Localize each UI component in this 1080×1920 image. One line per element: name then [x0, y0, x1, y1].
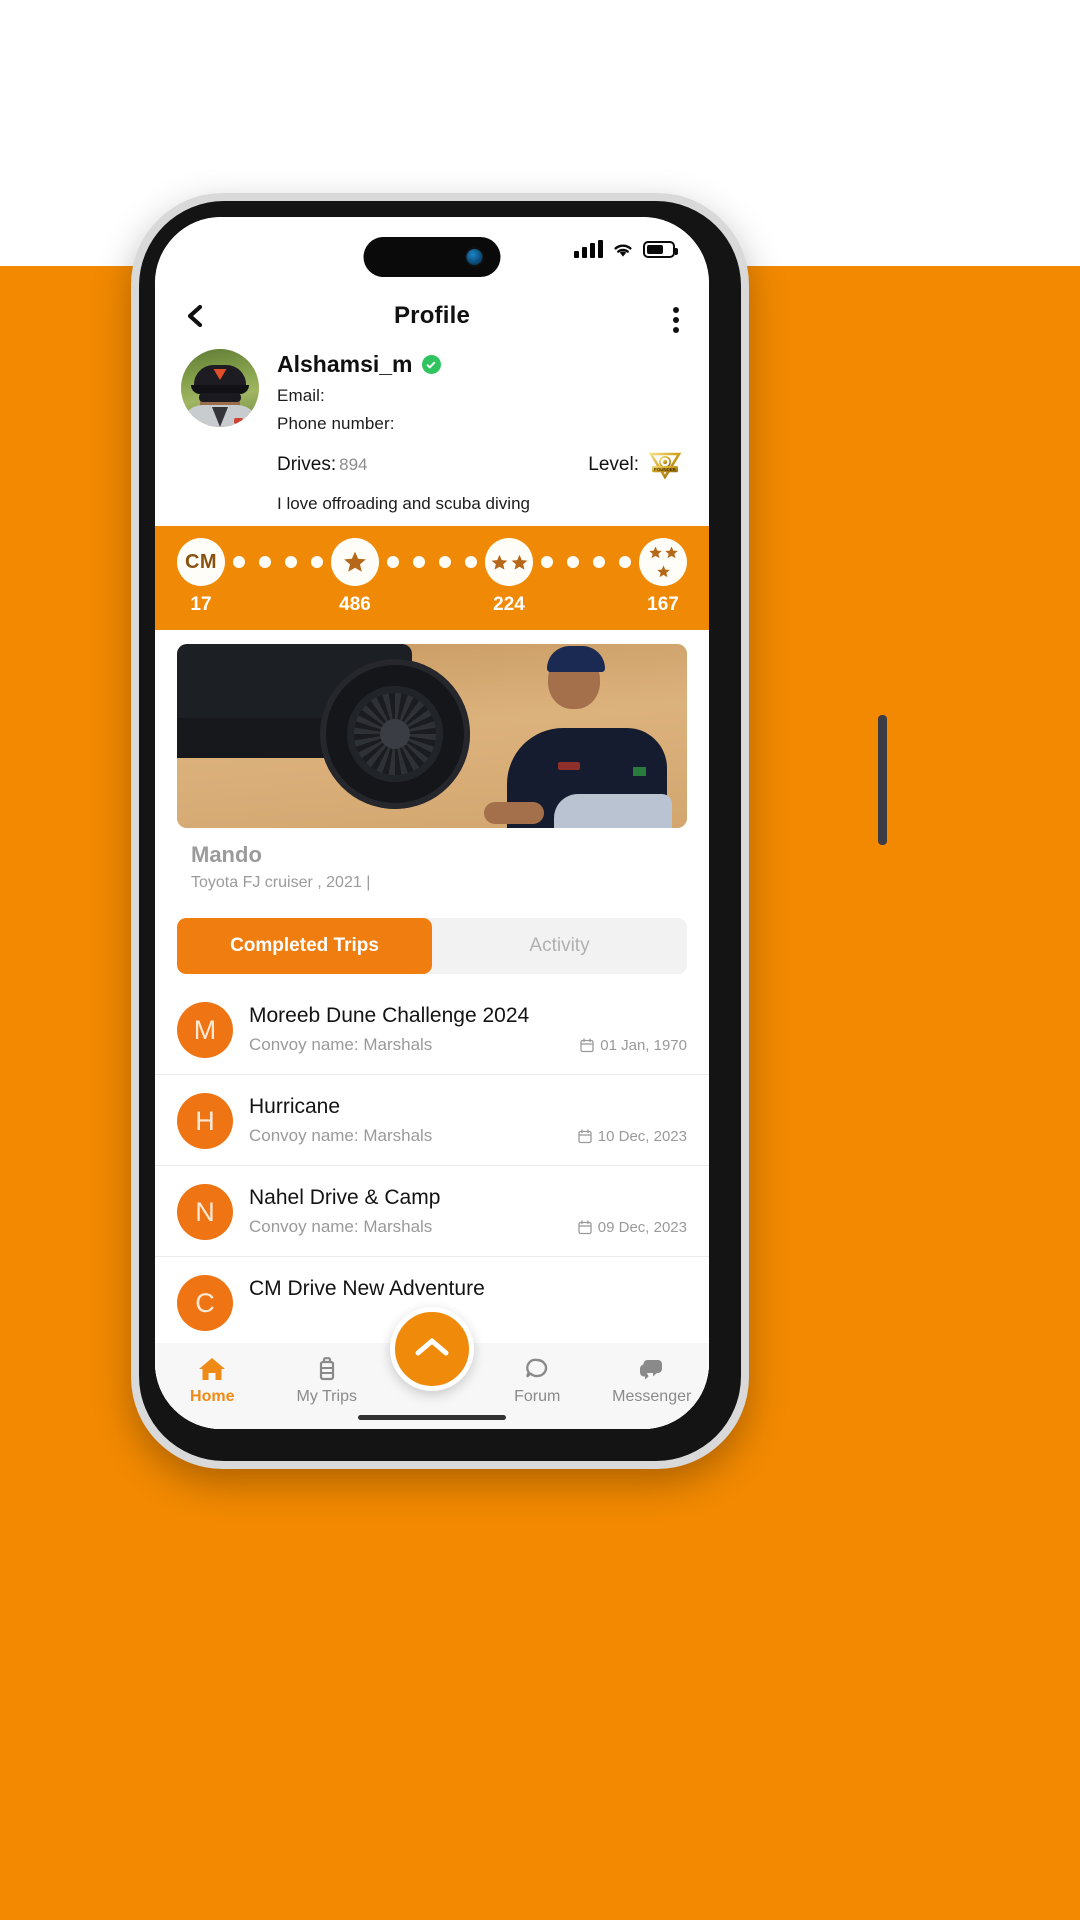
dynamic-island	[363, 237, 501, 277]
home-icon	[197, 1355, 227, 1383]
calendar-icon	[580, 1037, 594, 1053]
rank-node-two-star[interactable]	[485, 538, 533, 586]
vehicle-details: Toyota FJ cruiser , 2021 |	[191, 874, 371, 891]
level-label: Level:	[588, 454, 639, 475]
nav-label-my-trips: My Trips	[296, 1388, 357, 1405]
list-item[interactable]: M Moreeb Dune Challenge 2024 Convoy name…	[155, 984, 709, 1075]
nav-item-forum[interactable]: Forum	[480, 1355, 595, 1406]
trip-date-text: 09 Dec, 2023	[597, 1218, 687, 1236]
trip-title: CM Drive New Adventure	[249, 1277, 485, 1300]
profile-stats-row: Drives: 894 Level: FOUNDER	[277, 450, 683, 480]
wifi-icon	[612, 241, 634, 258]
verified-check-icon	[421, 355, 441, 374]
trip-avatar: M	[177, 1002, 233, 1058]
drives-label: Drives:	[277, 454, 337, 475]
scroll-to-top-fab[interactable]	[390, 1307, 474, 1391]
cellular-signal-icon	[574, 240, 603, 258]
profile-name-row: Alshamsi_m	[277, 351, 683, 378]
rank-dots-2	[379, 556, 485, 568]
vehicle-name: Mando	[191, 842, 262, 867]
rank-node-three-star[interactable]	[639, 538, 687, 586]
rank-nodes-row: CM	[155, 538, 709, 586]
nav-label-forum: Forum	[514, 1388, 561, 1405]
list-item[interactable]: H Hurricane Convoy name: Marshals 10 Dec…	[155, 1075, 709, 1166]
nav-item-my-trips[interactable]: My Trips	[270, 1355, 385, 1406]
profile-email: Email:	[277, 386, 325, 405]
vehicle-photo	[177, 644, 687, 828]
rank-dots-3	[533, 556, 639, 568]
rank-dots-1	[225, 556, 331, 568]
drives-value: 894	[339, 455, 368, 474]
calendar-icon	[578, 1128, 592, 1144]
trip-date-text: 01 Jan, 1970	[600, 1036, 687, 1054]
profile-bio: I love offroading and scuba diving	[277, 494, 530, 513]
two-star-badge	[485, 538, 533, 586]
trip-title: Moreeb Dune Challenge 2024	[249, 1004, 530, 1027]
rank-count-cm: 17	[190, 594, 212, 615]
app-header: Profile	[155, 289, 709, 343]
founder-level-badge: FOUNDER	[647, 450, 683, 480]
drives-stat: Drives: 894	[277, 454, 368, 476]
profile-username: Alshamsi_m	[277, 351, 413, 377]
nav-label-messenger: Messenger	[612, 1388, 692, 1405]
rank-count-three-star: 167	[647, 594, 679, 615]
trip-date: 01 Jan, 1970	[580, 1037, 687, 1054]
trip-avatar: C	[177, 1275, 233, 1331]
profile-summary: Alshamsi_m Email: Phone number: Drives: 8…	[155, 343, 709, 480]
trip-convoy: Convoy name: Marshals	[249, 1217, 433, 1236]
level-stat: Level: FOUNDER	[588, 450, 683, 480]
messages-icon	[637, 1355, 667, 1383]
home-indicator	[358, 1415, 506, 1420]
app-container: Profile Alshamsi_m Email: Phone number: …	[155, 217, 709, 1429]
rank-strip: CM 17 486 224 167	[155, 526, 709, 630]
profile-info: Alshamsi_m Email: Phone number: Drives: 8…	[277, 349, 683, 480]
trip-list: M Moreeb Dune Challenge 2024 Convoy name…	[155, 984, 709, 1348]
trip-date: 10 Dec, 2023	[578, 1128, 687, 1145]
phone-screen: Profile Alshamsi_m Email: Phone number: …	[155, 217, 709, 1429]
nav-item-home[interactable]: Home	[155, 1355, 270, 1406]
trip-title: Hurricane	[249, 1095, 341, 1118]
profile-phone: Phone number:	[277, 414, 395, 433]
power-button[interactable]	[878, 715, 887, 845]
tab-activity[interactable]: Activity	[432, 918, 687, 974]
front-camera-icon	[466, 249, 483, 265]
list-item[interactable]: N Nahel Drive & Camp Convoy name: Marsha…	[155, 1166, 709, 1257]
tab-completed-trips[interactable]: Completed Trips	[177, 918, 432, 974]
suitcase-icon	[312, 1355, 342, 1383]
vehicle-card[interactable]: Mando Toyota FJ cruiser , 2021 |	[155, 630, 709, 892]
chat-bubble-icon	[522, 1355, 552, 1383]
cm-badge: CM	[177, 538, 225, 586]
nav-label-home: Home	[190, 1388, 235, 1405]
battery-icon	[643, 240, 678, 258]
trip-convoy: Convoy name: Marshals	[249, 1035, 433, 1054]
avatar[interactable]	[181, 349, 259, 427]
page-title: Profile	[393, 302, 471, 329]
trip-convoy: Convoy name: Marshals	[249, 1126, 433, 1145]
trip-avatar: H	[177, 1093, 233, 1149]
trip-avatar: N	[177, 1184, 233, 1240]
rank-node-cm[interactable]: CM	[177, 538, 225, 586]
trip-date: 09 Dec, 2023	[578, 1219, 687, 1236]
rank-count-two-star: 224	[493, 594, 525, 615]
trip-date-text: 10 Dec, 2023	[597, 1127, 687, 1145]
rank-count-one-star: 486	[339, 594, 371, 615]
rank-counts-row: 17 486 224 167	[155, 594, 709, 616]
nav-item-messenger[interactable]: Messenger	[595, 1355, 710, 1406]
three-star-badge	[639, 538, 687, 586]
calendar-icon	[578, 1219, 592, 1235]
rank-node-one-star[interactable]	[331, 538, 379, 586]
svg-text:FOUNDER: FOUNDER	[654, 467, 677, 472]
phone-device: Profile Alshamsi_m Email: Phone number: …	[131, 193, 887, 1469]
trip-title: Nahel Drive & Camp	[249, 1186, 441, 1209]
chevron-up-icon	[412, 1334, 452, 1365]
kebab-menu-icon[interactable]	[673, 307, 679, 333]
one-star-badge	[331, 538, 379, 586]
profile-tabs: Completed Trips Activity	[177, 918, 687, 974]
